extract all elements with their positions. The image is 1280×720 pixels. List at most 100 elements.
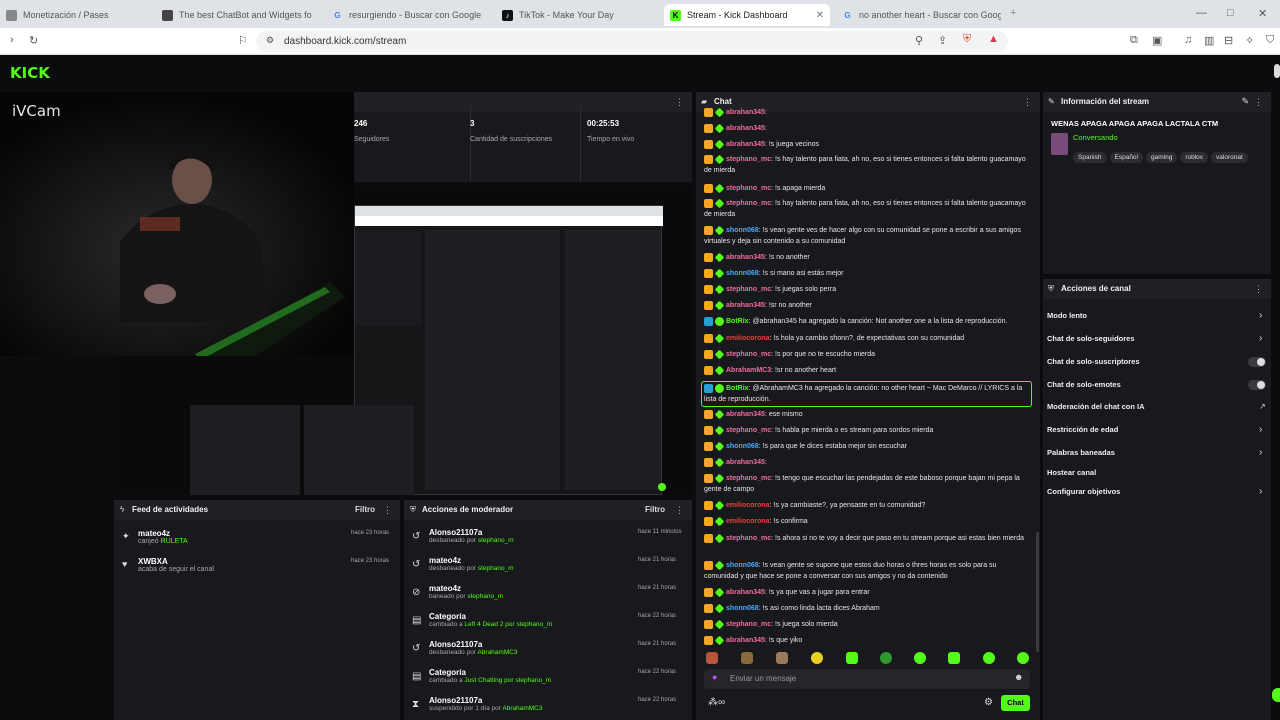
- emote-icon[interactable]: [846, 652, 858, 664]
- emote-icon[interactable]: [811, 652, 823, 664]
- chat-username[interactable]: stephano_mc: [726, 351, 771, 358]
- toggle-switch[interactable]: [1248, 380, 1266, 390]
- forward-icon[interactable]: ›: [10, 34, 14, 46]
- chat-username[interactable]: BotRix: [726, 385, 749, 392]
- chat-username[interactable]: abrahan345: [726, 109, 765, 116]
- chat-username[interactable]: stephano_mc: [726, 621, 771, 628]
- chat-username[interactable]: stephano_mc: [726, 185, 771, 192]
- emote-icon[interactable]: [948, 652, 960, 664]
- page-scrollbar[interactable]: [1274, 64, 1280, 78]
- chat-username[interactable]: shonn068: [726, 562, 759, 569]
- chat-username[interactable]: BotRix: [726, 318, 749, 325]
- emote-icon[interactable]: [706, 652, 718, 664]
- kick-logo[interactable]: KICK: [10, 64, 50, 82]
- chevron-right-icon[interactable]: ›: [1259, 310, 1262, 321]
- more-options-icon[interactable]: ⋮: [383, 500, 392, 520]
- chat-username[interactable]: abrahan345: [726, 254, 765, 261]
- chat-username[interactable]: stephano_mc: [726, 156, 771, 163]
- more-options-icon[interactable]: ⋮: [1254, 279, 1263, 299]
- address-bar[interactable]: dashboard.kick.com/stream: [256, 31, 1008, 52]
- chat-username[interactable]: abrahan345: [726, 141, 765, 148]
- chat-username[interactable]: stephano_mc: [726, 475, 771, 482]
- tab-google-heart[interactable]: Gno another heart - Buscar con Goog: [836, 4, 1001, 26]
- channel-action-item[interactable]: Palabras baneadas: [1047, 448, 1115, 457]
- chat-username[interactable]: stephano_mc: [726, 286, 771, 293]
- chat-username[interactable]: stephano_mc: [726, 427, 771, 434]
- mic-icon[interactable]: ●: [712, 672, 717, 682]
- channel-action-item[interactable]: Chat de solo-emotes: [1047, 380, 1121, 389]
- chat-username[interactable]: shonn068: [726, 270, 759, 277]
- bookmark-icon[interactable]: ⚐: [238, 34, 248, 47]
- extensions-icon[interactable]: ⧉: [1130, 34, 1138, 47]
- wallet-icon[interactable]: ▣: [1152, 34, 1162, 47]
- floating-widget[interactable]: [1272, 688, 1280, 702]
- chat-username[interactable]: abrahan345: [726, 302, 765, 309]
- mod-filter-button[interactable]: Filtro: [645, 505, 665, 514]
- chat-username[interactable]: stephano_mc: [726, 535, 771, 542]
- chat-username[interactable]: shonn068: [726, 605, 759, 612]
- media-icon[interactable]: ♫: [1184, 34, 1192, 46]
- sidebar-icon[interactable]: ▥: [1204, 34, 1214, 47]
- chevron-right-icon[interactable]: ›: [1259, 333, 1262, 344]
- chat-input[interactable]: ● Enviar un mensaje ☻: [704, 669, 1030, 689]
- more-options-icon[interactable]: ⋮: [675, 92, 684, 112]
- stream-category[interactable]: Conversando: [1073, 133, 1118, 142]
- chevron-right-icon[interactable]: ›: [1259, 486, 1262, 497]
- chat-username[interactable]: abrahan345: [726, 459, 765, 466]
- channel-action-item[interactable]: Hostear canal: [1047, 468, 1096, 477]
- activity-filter-button[interactable]: Filtro: [355, 505, 375, 514]
- chat-username[interactable]: AbrahamMC3: [726, 367, 771, 374]
- emote-icon[interactable]: [1017, 652, 1029, 664]
- emote-icon[interactable]: [914, 652, 926, 664]
- chat-username[interactable]: emiliocorona: [726, 518, 770, 525]
- more-options-icon[interactable]: ⋮: [1254, 92, 1263, 112]
- chat-username[interactable]: emiliocorona: [726, 335, 770, 342]
- external-link-icon[interactable]: ↗: [1259, 402, 1266, 411]
- rewards-icon[interactable]: ▲: [988, 33, 999, 45]
- chat-username[interactable]: emiliocorona: [726, 502, 770, 509]
- channel-action-item[interactable]: Chat de solo-seguidores: [1047, 334, 1135, 343]
- share-icon[interactable]: ⇪: [938, 34, 947, 47]
- tab-kick-dashboard[interactable]: K Stream - Kick Dashboard ✕: [664, 4, 830, 26]
- close-window-icon[interactable]: ✕: [1258, 7, 1267, 20]
- chevron-right-icon[interactable]: ›: [1259, 424, 1262, 435]
- new-tab-icon[interactable]: +: [1010, 7, 1016, 19]
- chat-username[interactable]: abrahan345: [726, 125, 765, 132]
- infinity-icon[interactable]: ⁂∞: [708, 697, 725, 708]
- chat-username[interactable]: stephano_mc: [726, 200, 771, 207]
- chat-username[interactable]: shonn068: [726, 443, 759, 450]
- tab-tiktok[interactable]: ♪ TikTok - Make Your Day: [496, 4, 656, 26]
- settings-gear-icon[interactable]: ⚙: [984, 697, 993, 708]
- tab-monetizacion[interactable]: Monetización / Pases: [0, 4, 150, 26]
- chat-username[interactable]: shonn068: [726, 227, 759, 234]
- chat-scrollbar[interactable]: [1036, 532, 1039, 652]
- tab-chatbot[interactable]: The best ChatBot and Widgets fo: [156, 4, 316, 26]
- chat-username[interactable]: abrahan345: [726, 637, 765, 644]
- reload-icon[interactable]: ↻: [29, 34, 38, 47]
- site-settings-icon[interactable]: ⚙: [266, 35, 274, 46]
- leo-ai-icon[interactable]: ✧: [1245, 34, 1254, 47]
- close-tab-icon[interactable]: ✕: [816, 10, 824, 21]
- emote-icon[interactable]: [741, 652, 753, 664]
- edit-icon[interactable]: ✎: [1241, 96, 1249, 107]
- chat-username[interactable]: abrahan345: [726, 589, 765, 596]
- channel-action-item[interactable]: Chat de solo-suscriptores: [1047, 357, 1140, 366]
- channel-action-item[interactable]: Moderación del chat con IA: [1047, 402, 1145, 411]
- zoom-icon[interactable]: ⚲: [915, 34, 923, 47]
- emoji-icon[interactable]: ☻: [1014, 672, 1023, 682]
- chat-username[interactable]: abrahan345: [726, 411, 765, 418]
- vpn-icon[interactable]: ⛉: [1266, 34, 1274, 47]
- channel-action-item[interactable]: Restricción de edad: [1047, 425, 1118, 434]
- send-chat-button[interactable]: Chat: [1001, 695, 1030, 711]
- emote-icon[interactable]: [983, 652, 995, 664]
- maximize-icon[interactable]: □: [1227, 7, 1234, 19]
- emote-icon[interactable]: [776, 652, 788, 664]
- more-options-icon[interactable]: ⋮: [675, 500, 684, 520]
- brave-shield-icon[interactable]: ⛨: [963, 33, 971, 46]
- minimize-icon[interactable]: —: [1196, 7, 1207, 19]
- emote-icon[interactable]: [880, 652, 892, 664]
- channel-action-item[interactable]: Modo lento: [1047, 311, 1087, 320]
- toggle-switch[interactable]: [1248, 357, 1266, 367]
- chevron-right-icon[interactable]: ›: [1259, 447, 1262, 458]
- wallet-panel-icon[interactable]: ⊟: [1224, 34, 1233, 47]
